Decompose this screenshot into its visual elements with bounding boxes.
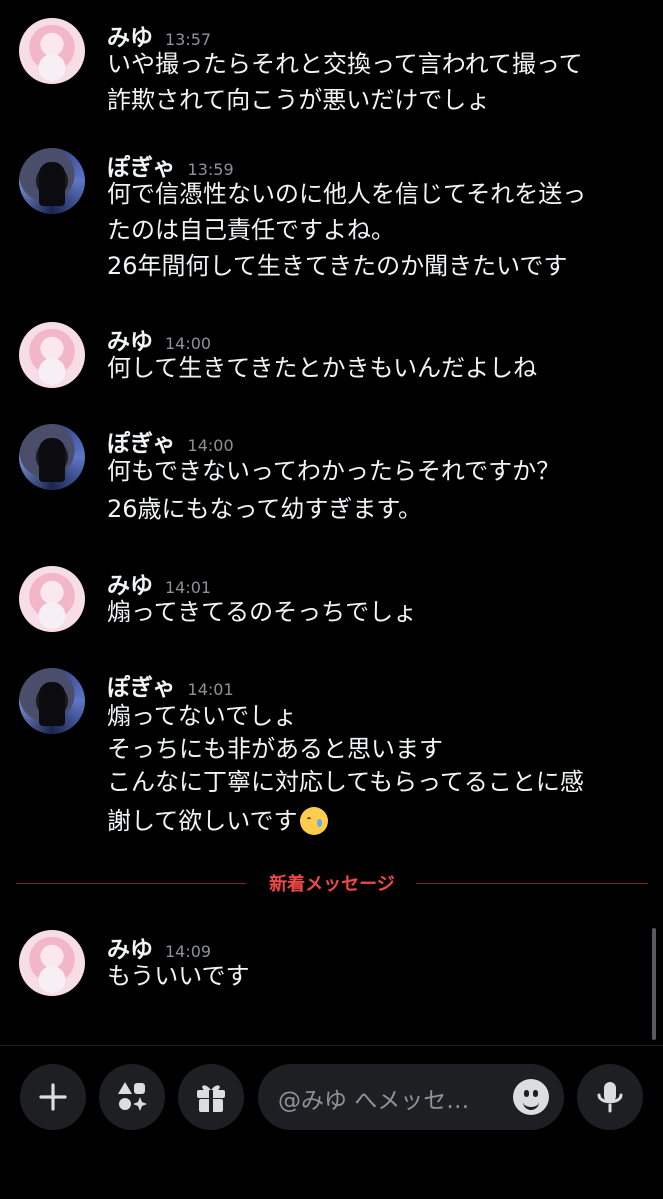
message-line: 何で信憑性ないのに他人を信じてそれを送っ bbox=[107, 180, 587, 208]
gift-button[interactable] bbox=[178, 1064, 244, 1130]
scrollbar[interactable] bbox=[652, 928, 656, 1040]
avatar[interactable] bbox=[19, 930, 85, 996]
smile-icon-mouth bbox=[523, 1099, 539, 1110]
avatar[interactable] bbox=[19, 566, 85, 632]
message-line: 謝して欲しいです bbox=[107, 799, 584, 843]
plus-icon bbox=[39, 1083, 67, 1111]
avatar[interactable] bbox=[19, 322, 85, 388]
message-header: ぽぎゃ 14:00 bbox=[107, 424, 234, 457]
avatar[interactable] bbox=[19, 424, 85, 490]
new-messages-divider: 新着メッセージ bbox=[16, 870, 648, 896]
message-line: たのは自己責任ですよね。 bbox=[107, 216, 395, 244]
message-line: 詐欺されて向こうが悪いだけでしょ bbox=[107, 86, 491, 114]
message-input-placeholder: @みゆ へメッセ… bbox=[278, 1088, 470, 1114]
username[interactable]: ぽぎゃ bbox=[107, 675, 176, 701]
new-messages-label: 新着メッセージ bbox=[269, 874, 395, 895]
voice-button[interactable] bbox=[577, 1064, 643, 1130]
message-header: みゆ 14:01 bbox=[107, 566, 211, 599]
message-header: ぽぎゃ 14:01 bbox=[107, 668, 234, 701]
message-header: みゆ 14:00 bbox=[107, 322, 211, 355]
composer-separator bbox=[0, 1045, 663, 1046]
message-line: 煽ってきてるのそっちでしょ bbox=[107, 598, 418, 626]
message-header: みゆ 14:09 bbox=[107, 930, 211, 963]
message-line: そっちにも非があると思います bbox=[107, 735, 443, 763]
plus-button[interactable] bbox=[20, 1064, 86, 1130]
apps-button[interactable] bbox=[99, 1064, 165, 1130]
gift-icon bbox=[197, 1085, 225, 1112]
smile-icon-eye bbox=[524, 1090, 529, 1097]
message-line: もういいです bbox=[107, 962, 250, 990]
message-line: 何して生きてきたとかきもいんだよしね bbox=[107, 354, 538, 382]
message-line: 26歳にもなって幼すぎます。 bbox=[107, 495, 422, 523]
microphone-icon bbox=[597, 1082, 623, 1113]
message-line: 何もできないってわかったらそれですか？ bbox=[107, 457, 561, 485]
smile-icon[interactable] bbox=[513, 1079, 549, 1115]
message-header: みゆ 13:57 bbox=[107, 18, 211, 51]
message-line: こんなに丁寧に対応してもらってることに感 bbox=[107, 768, 584, 796]
smile-icon-eye bbox=[533, 1090, 538, 1097]
message-input[interactable]: @みゆ へメッセ… bbox=[258, 1064, 564, 1130]
avatar[interactable] bbox=[19, 148, 85, 214]
apps-icon bbox=[118, 1082, 147, 1111]
message-header: ぽぎゃ 13:59 bbox=[107, 148, 234, 181]
avatar[interactable] bbox=[19, 18, 85, 84]
message-line: 26年間何して生きてきたのか聞きたいです bbox=[107, 252, 568, 280]
message-line: 煽ってないでしょ bbox=[107, 702, 298, 730]
crying-face-icon bbox=[299, 807, 328, 835]
message-line: いや撮ったらそれと交換って言われて撮って bbox=[107, 50, 583, 78]
avatar[interactable] bbox=[19, 668, 85, 734]
message-list: みゆ 13:57 いや撮ったらそれと交換って言われて撮って 詐欺されて向こうが悪い… bbox=[0, 0, 663, 1045]
message-line-text: 謝して欲しいです bbox=[107, 807, 298, 835]
timestamp: 14:01 bbox=[187, 680, 234, 699]
